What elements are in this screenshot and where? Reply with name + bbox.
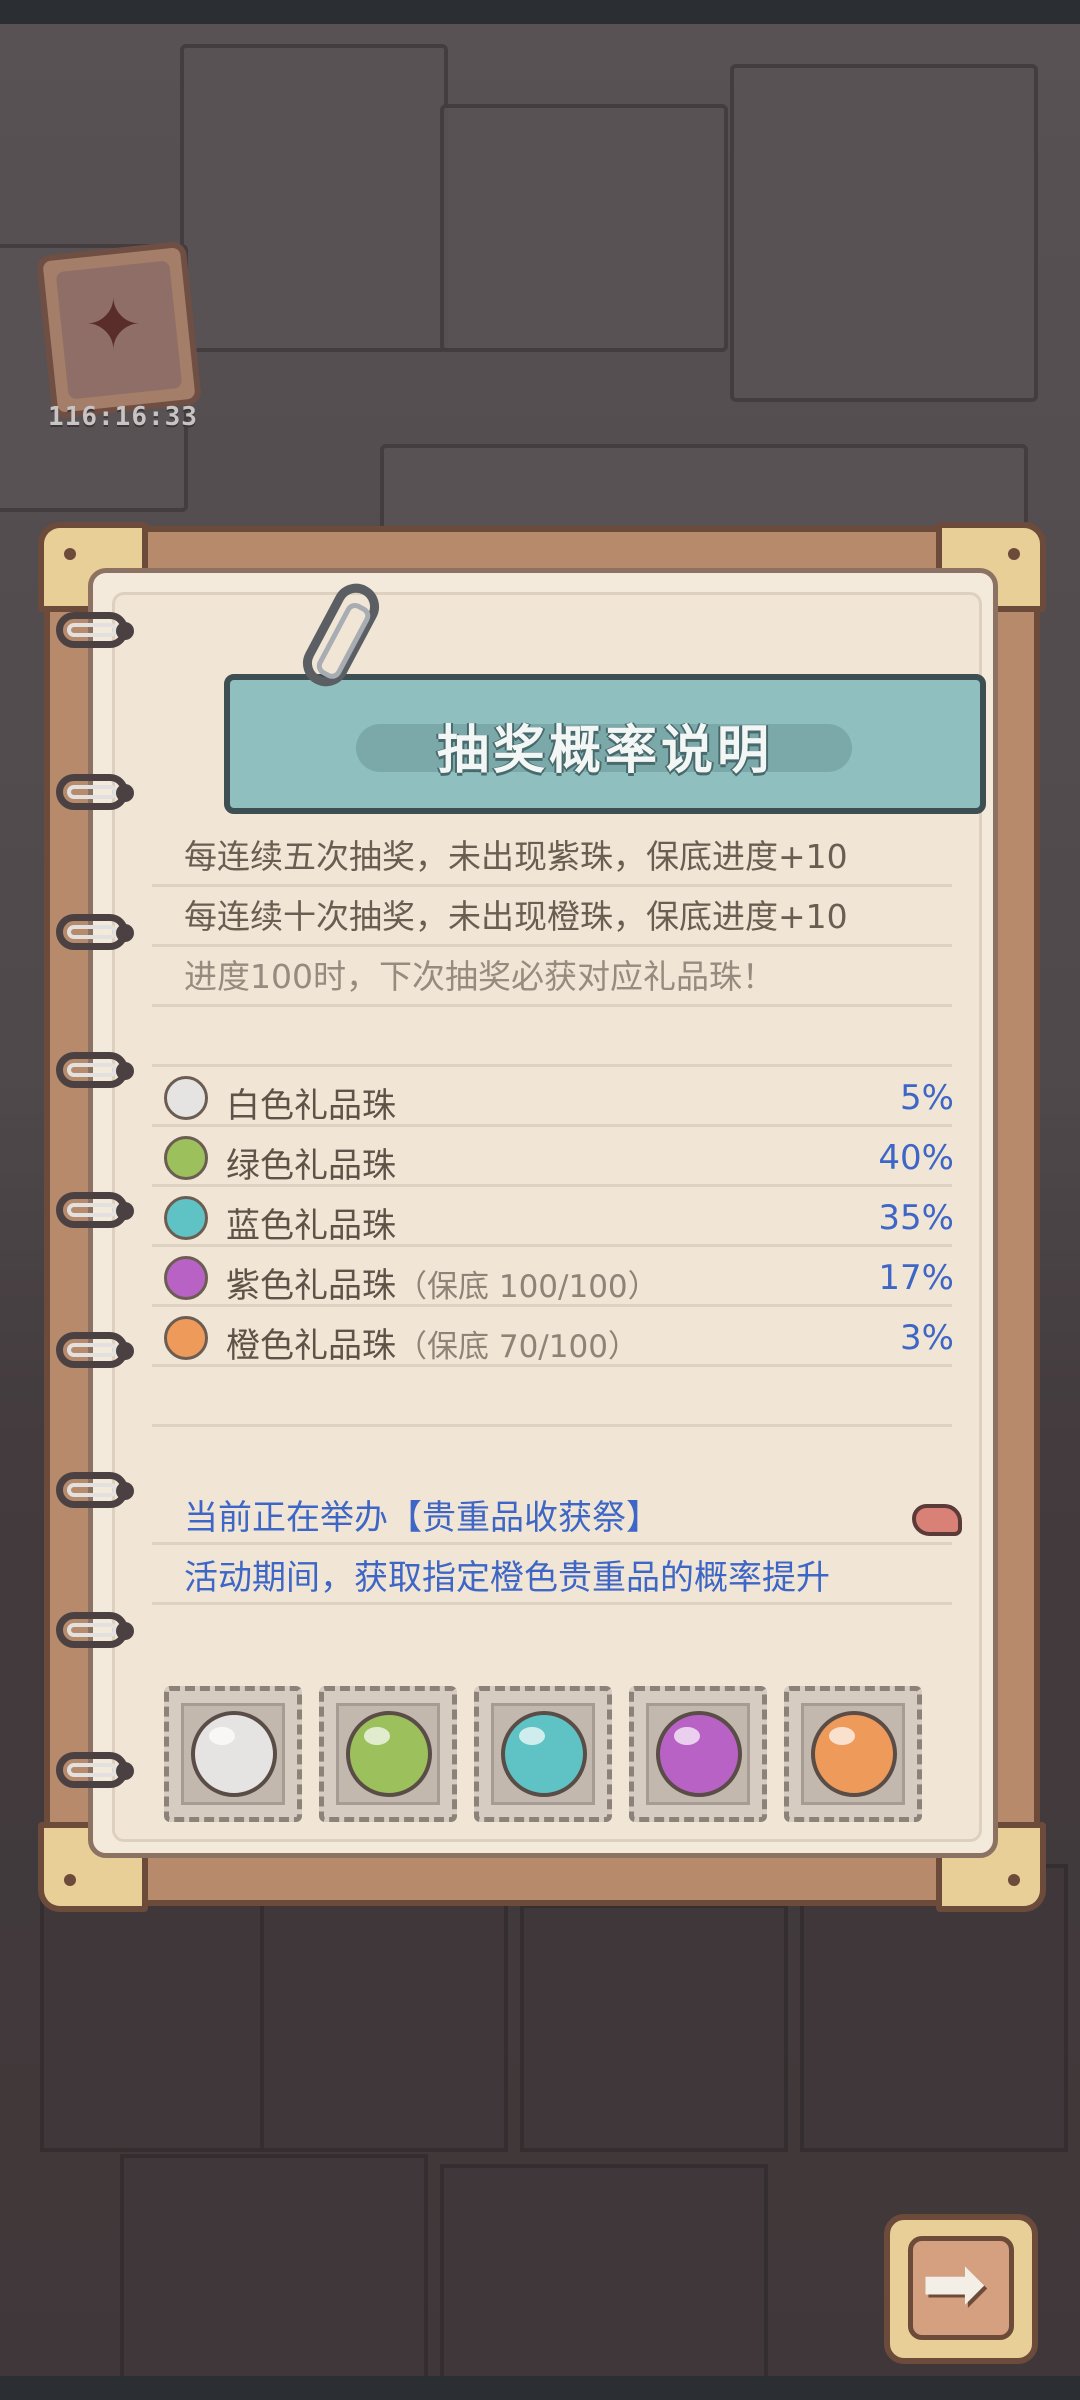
rate-row-white: 白色礼品珠 5% [164, 1072, 954, 1128]
rule-note-purple: 每连续五次抽奖，未出现紫珠，保底进度+10 [184, 837, 848, 876]
rate-row-green: 绿色礼品珠 40% [164, 1132, 954, 1188]
event-timer: 116:16:33 [48, 402, 198, 432]
green-gem-icon [346, 1711, 432, 1797]
green-orb-icon [164, 1136, 208, 1180]
rate-percent: 17% [878, 1258, 954, 1298]
binder-ring-icon [56, 914, 140, 956]
radish-card-icon: ✦ [84, 284, 143, 366]
rate-name-with-pity: 紫色礼品珠（保底 100/100） [226, 1258, 659, 1307]
rate-row-blue: 蓝色礼品珠 35% [164, 1192, 954, 1248]
rate-percent: 3% [900, 1318, 954, 1358]
rate-name: 紫色礼品珠 [226, 1266, 396, 1306]
purple-gem-icon [656, 1711, 742, 1797]
event-description: 活动期间，获取指定橙色贵重品的概率提升 [184, 1558, 830, 1598]
rate-name: 绿色礼品珠 [226, 1146, 396, 1186]
rate-row-purple: 紫色礼品珠（保底 100/100） 17% [164, 1252, 954, 1308]
share-arrow-icon[interactable] [908, 1498, 968, 1542]
gem-slot-white[interactable] [164, 1686, 302, 1822]
title-banner: 抽奖概率说明 [224, 674, 986, 814]
rate-name: 白色礼品珠 [226, 1086, 396, 1126]
blue-gem-icon [501, 1711, 587, 1797]
rate-name-with-pity: 橙色礼品珠（保底 70/100） [226, 1318, 639, 1367]
white-orb-icon [164, 1076, 208, 1120]
rule-note-guarantee: 进度100时，下次抽奖必获对应礼品珠！ [184, 957, 775, 996]
rule-note-orange: 每连续十次抽奖，未出现橙珠，保底进度+10 [184, 897, 848, 936]
event-card-button[interactable]: ✦ 116:16:33 [35, 240, 203, 432]
pity-progress: （保底 100/100） [396, 1269, 659, 1305]
navigation-bar [0, 2376, 1080, 2400]
binder-ring-icon [56, 774, 140, 816]
gem-slot-green[interactable] [319, 1686, 457, 1822]
binder-ring-icon [56, 1752, 140, 1794]
rate-percent: 5% [900, 1078, 954, 1118]
orange-gem-icon [811, 1711, 897, 1797]
right-arrow-icon: ➡ [921, 2239, 987, 2329]
event-name: 当前正在举办【贵重品收获祭】 [184, 1498, 660, 1538]
notebook-page: 抽奖概率说明 每连续五次抽奖，未出现紫珠，保底进度+10 每连续十次抽奖，未出现… [112, 575, 986, 1842]
next-button-face: ➡ [908, 2236, 1014, 2340]
blue-orb-icon [164, 1196, 208, 1240]
white-gem-icon [191, 1711, 277, 1797]
gem-slot-orange[interactable] [784, 1686, 922, 1822]
probability-notebook-panel: 抽奖概率说明 每连续五次抽奖，未出现紫珠，保底进度+10 每连续十次抽奖，未出现… [38, 522, 1046, 1912]
rate-name: 蓝色礼品珠 [226, 1206, 396, 1246]
rate-name: 橙色礼品珠 [226, 1326, 396, 1366]
binder-ring-icon [56, 1332, 140, 1374]
gem-slot-blue[interactable] [474, 1686, 612, 1822]
binder-ring-icon [56, 1192, 140, 1234]
binder-ring-icon [56, 612, 140, 654]
panel-title: 抽奖概率说明 [436, 721, 773, 781]
rate-percent: 40% [878, 1138, 954, 1178]
binder-ring-icon [56, 1052, 140, 1094]
next-button[interactable]: ➡ [884, 2214, 1038, 2364]
status-bar [0, 0, 1080, 24]
rate-row-orange: 橙色礼品珠（保底 70/100） 3% [164, 1312, 954, 1368]
pity-progress: （保底 70/100） [396, 1329, 639, 1365]
rate-percent: 35% [878, 1198, 954, 1238]
orange-orb-icon [164, 1316, 208, 1360]
gem-slot-purple[interactable] [629, 1686, 767, 1822]
binder-ring-icon [56, 1472, 140, 1514]
purple-orb-icon [164, 1256, 208, 1300]
binder-ring-icon [56, 1612, 140, 1654]
